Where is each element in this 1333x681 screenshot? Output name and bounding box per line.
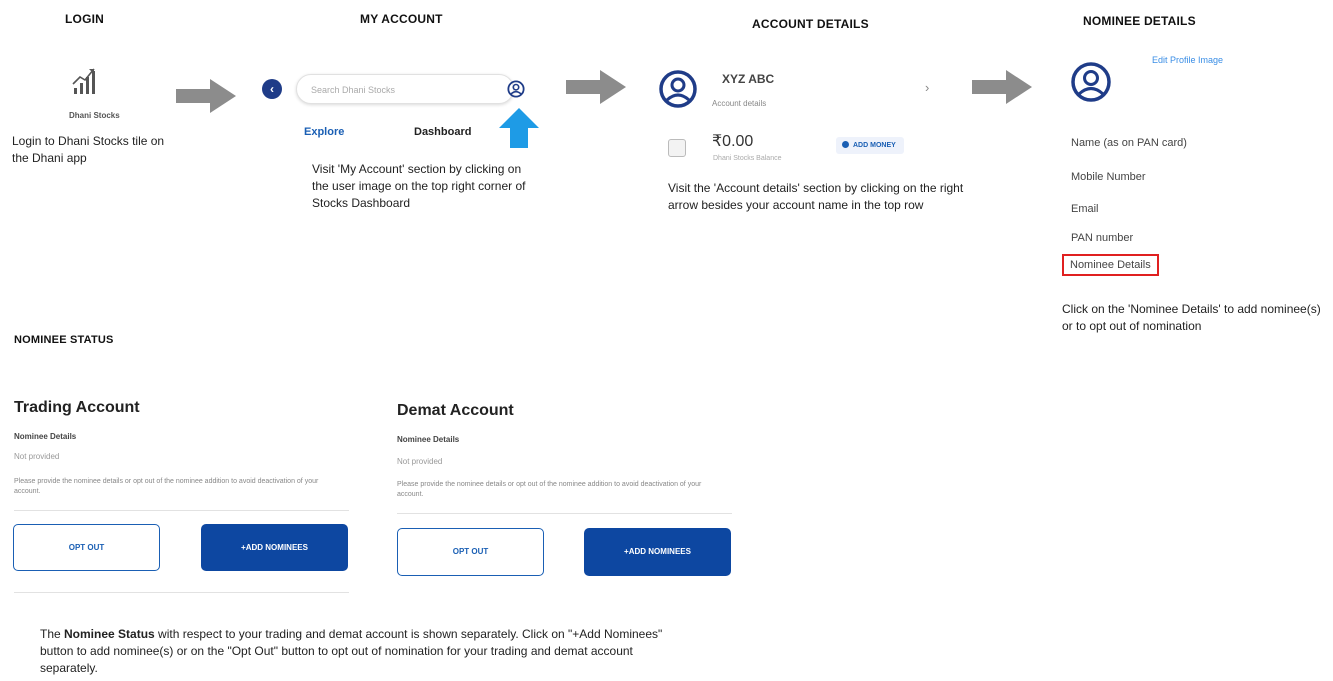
divider <box>14 592 349 593</box>
plus-circle-icon <box>842 141 849 148</box>
account-details-step-title: ACCOUNT DETAILS <box>752 17 869 31</box>
divider <box>397 513 732 514</box>
balance-label: Dhani Stocks Balance <box>713 155 782 162</box>
nominee-status-title: NOMINEE STATUS <box>14 334 114 346</box>
demat-nominee-message: Please provide the nominee details or op… <box>397 481 702 498</box>
tab-dashboard[interactable]: Dashboard <box>414 126 471 138</box>
email-field-label[interactable]: Email <box>1071 203 1099 215</box>
nominee-status-footer: The Nominee Status with respect to your … <box>40 626 690 677</box>
demat-opt-out-button[interactable]: OPT OUT <box>397 528 544 576</box>
footer-bold: Nominee Status <box>64 627 155 641</box>
user-avatar-icon[interactable] <box>507 80 525 98</box>
profile-avatar-icon[interactable] <box>1070 61 1112 103</box>
demat-account-title: Demat Account <box>397 402 514 419</box>
my-account-description: Visit 'My Account' section by clicking o… <box>312 162 526 210</box>
trading-nominee-status: Not provided <box>14 452 60 461</box>
nominee-details-menu-item[interactable]: Nominee Details <box>1062 254 1159 276</box>
search-input[interactable]: Search Dhani Stocks <box>296 74 514 104</box>
mobile-field-label[interactable]: Mobile Number <box>1071 171 1146 183</box>
trading-add-nominees-button[interactable]: +ADD NOMINEES <box>201 524 348 571</box>
pointer-up-arrow-icon <box>499 108 539 148</box>
tab-explore[interactable]: Explore <box>304 126 344 138</box>
demat-nominee-label: Nominee Details <box>397 435 460 444</box>
account-details-link[interactable]: Account details <box>712 99 766 108</box>
nominee-details-step-title: NOMINEE DETAILS <box>1083 14 1196 28</box>
back-button[interactable]: ‹ <box>262 79 282 99</box>
edit-profile-image-link[interactable]: Edit Profile Image <box>1152 55 1223 65</box>
user-avatar-icon[interactable] <box>658 69 698 109</box>
flow-arrow-icon <box>566 70 626 104</box>
demat-add-nominees-button[interactable]: +ADD NOMINEES <box>584 528 731 576</box>
account-details-description: Visit the 'Account details' section by c… <box>668 181 964 212</box>
login-description: Login to Dhani Stocks tile on the Dhani … <box>12 134 165 165</box>
demat-nominee-status: Not provided <box>397 457 443 466</box>
flow-arrow-icon <box>176 79 236 113</box>
add-money-label: ADD MONEY <box>853 142 896 149</box>
add-money-button[interactable]: ADD MONEY <box>836 137 904 154</box>
trading-opt-out-button[interactable]: OPT OUT <box>13 524 160 571</box>
trading-nominee-message: Please provide the nominee details or op… <box>14 478 319 495</box>
nominee-details-description: Click on the 'Nominee Details' to add no… <box>1062 302 1321 333</box>
my-account-step-title: MY ACCOUNT <box>360 12 443 26</box>
name-field-label[interactable]: Name (as on PAN card) <box>1071 137 1187 149</box>
app-label[interactable]: Dhani Stocks <box>69 111 120 120</box>
chevron-right-icon[interactable]: › <box>925 80 929 95</box>
wallet-icon <box>668 139 686 157</box>
stocks-chart-icon <box>72 68 95 94</box>
trading-nominee-label: Nominee Details <box>14 432 77 441</box>
flow-arrow-icon <box>972 70 1032 104</box>
footer-pre: The <box>40 627 65 641</box>
login-step-title: LOGIN <box>65 12 104 26</box>
balance-amount: ₹0.00 <box>712 133 754 150</box>
trading-account-title: Trading Account <box>14 399 140 416</box>
account-name: XYZ ABC <box>722 72 775 86</box>
pan-field-label[interactable]: PAN number <box>1071 232 1133 244</box>
divider <box>14 510 349 511</box>
